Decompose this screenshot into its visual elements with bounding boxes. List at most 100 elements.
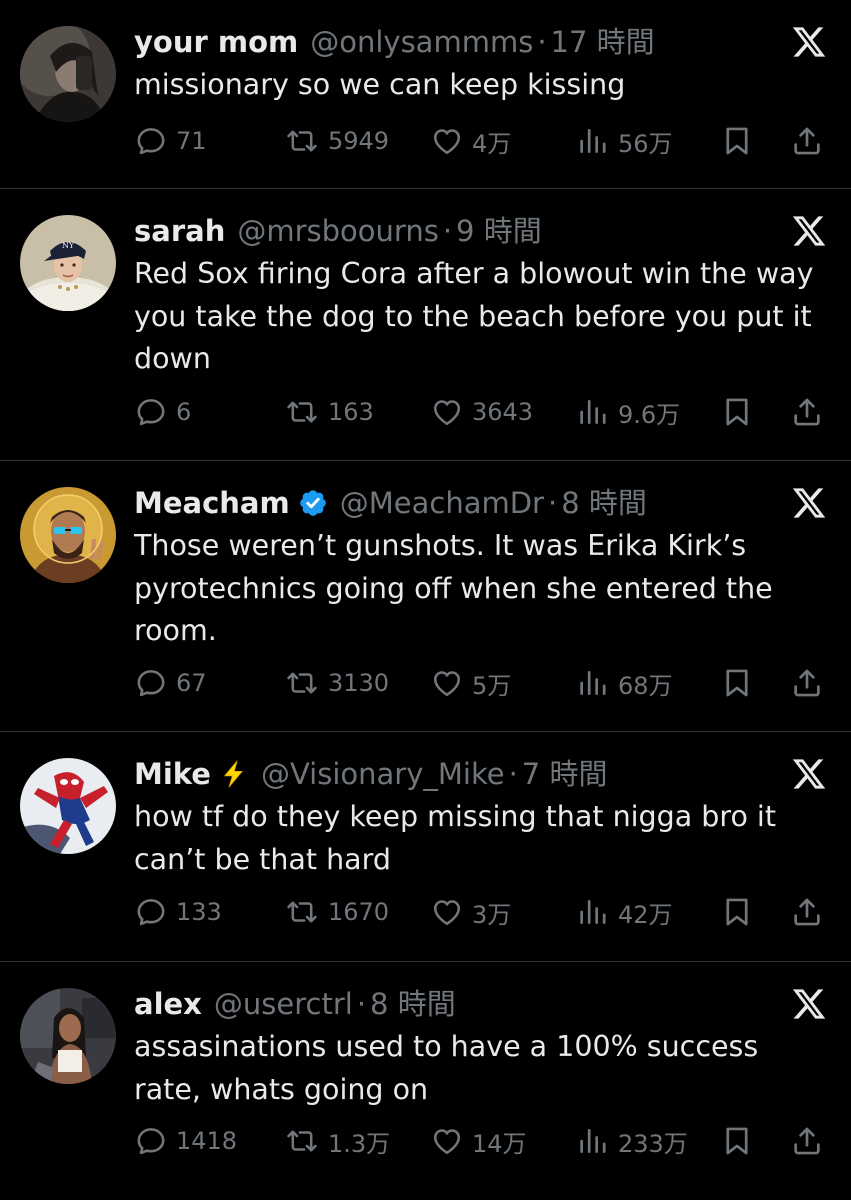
retweet-count: 163 (328, 398, 374, 426)
user-handle[interactable]: @Visionary_Mike (261, 754, 505, 794)
reply-button[interactable]: 67 (134, 663, 207, 703)
bookmark-button[interactable] (720, 121, 754, 161)
bookmark-button[interactable] (720, 392, 754, 432)
like-count: 3万 (472, 900, 512, 929)
bookmark-button[interactable] (720, 663, 754, 703)
avatar[interactable] (20, 487, 116, 583)
reply-button[interactable]: 71 (134, 121, 207, 161)
svg-text:NY: NY (62, 241, 75, 250)
tweet[interactable]: your mom @onlysammms · 17 時間 missionary … (0, 0, 851, 189)
tweet-actions: 133 1670 3万 42万 (134, 892, 834, 932)
timestamp[interactable]: 9 時間 (456, 211, 542, 251)
reply-count: 67 (176, 669, 207, 697)
display-name[interactable]: alex (134, 984, 202, 1024)
user-handle[interactable]: @MeachamDr (340, 483, 544, 523)
avatar[interactable] (20, 758, 116, 854)
retweet-button[interactable]: 3130 (284, 663, 389, 703)
retweet-button[interactable]: 163 (284, 392, 374, 432)
share-icon (794, 398, 820, 426)
timestamp[interactable]: 17 時間 (551, 22, 655, 62)
reply-button[interactable]: 133 (134, 892, 222, 932)
share-button[interactable] (790, 892, 824, 932)
tweet-actions: 6 163 3643 9.6万 (134, 392, 834, 432)
views-icon (580, 400, 606, 424)
avatar-portrait-image (20, 26, 116, 122)
reply-button[interactable]: 1418 (134, 1121, 237, 1161)
like-button[interactable]: 5万 (430, 663, 511, 703)
bookmark-button[interactable] (720, 1121, 754, 1161)
bookmark-icon (726, 1127, 748, 1155)
user-handle[interactable]: @mrsboourns (237, 211, 438, 251)
retweet-button[interactable]: 5949 (284, 121, 389, 161)
views-count: 56万 (618, 129, 673, 158)
retweet-icon (287, 672, 317, 694)
views-icon (580, 671, 606, 695)
tweet[interactable]: alex @userctrl · 8 時間 assasinations used… (0, 962, 851, 1200)
tweet-actions: 1418 1.3万 14万 233万 (134, 1121, 834, 1161)
views-button[interactable]: 9.6万 (576, 392, 680, 432)
display-name[interactable]: Mike (134, 754, 211, 794)
tweet[interactable]: Meacham @MeachamDr · 8 時間 Those weren’t … (0, 461, 851, 732)
like-button[interactable]: 4万 (430, 121, 511, 161)
reply-button[interactable]: 6 (134, 392, 191, 432)
bookmark-icon (726, 127, 748, 155)
avatar[interactable] (20, 26, 116, 122)
share-icon (794, 127, 820, 155)
share-icon (794, 669, 820, 697)
separator-dot: · (356, 987, 367, 1021)
name-emoji (219, 758, 249, 790)
share-button[interactable] (790, 121, 824, 161)
retweet-icon (287, 401, 317, 423)
reply-icon (137, 399, 165, 426)
reply-count: 1418 (176, 1127, 238, 1155)
reply-count: 6 (176, 398, 192, 426)
views-button[interactable]: 42万 (576, 892, 673, 932)
views-button[interactable]: 233万 (576, 1121, 688, 1161)
timestamp[interactable]: 8 時間 (370, 984, 456, 1024)
like-count: 4万 (472, 129, 512, 158)
retweet-count: 3130 (328, 669, 390, 697)
share-button[interactable] (790, 392, 824, 432)
share-button[interactable] (790, 1121, 824, 1161)
tweet[interactable]: Mike @Visionary_Mike · 7 時間 how tf do th… (0, 732, 851, 962)
reply-count: 133 (176, 898, 222, 926)
tweet-text: Red Sox firing Cora after a blowout win … (134, 257, 814, 375)
display-name[interactable]: Meacham (134, 483, 290, 523)
avatar[interactable]: NY (20, 215, 116, 311)
user-handle[interactable]: @onlysammms (310, 22, 533, 62)
display-name[interactable]: sarah (134, 211, 225, 251)
tweet-text: Those weren’t gunshots. It was Erika Kir… (134, 529, 773, 647)
avatar[interactable] (20, 988, 116, 1084)
bookmark-icon (726, 398, 748, 426)
retweet-count: 5949 (328, 127, 390, 155)
heart-icon (433, 400, 461, 426)
display-name[interactable]: your mom (134, 22, 298, 62)
retweet-button[interactable]: 1.3万 (284, 1121, 390, 1161)
like-button[interactable]: 3万 (430, 892, 511, 932)
share-icon (794, 898, 820, 926)
tweet[interactable]: NY sarah @mrsboourns · 9 時間 Red Sox firi… (0, 189, 851, 461)
tweet-header: your mom @onlysammms · 17 時間 (134, 22, 655, 62)
avatar-painting-image: NY (20, 215, 116, 311)
like-button[interactable]: 3643 (430, 392, 533, 432)
heart-icon (433, 129, 461, 155)
reply-icon (137, 128, 165, 155)
reply-icon (137, 1128, 165, 1155)
timeline-feed: your mom @onlysammms · 17 時間 missionary … (0, 0, 851, 1200)
avatar-icon-painting-image (20, 487, 116, 583)
views-button[interactable]: 68万 (576, 663, 673, 703)
tweet-header: Meacham @MeachamDr · 8 時間 (134, 483, 647, 523)
separator-dot: · (547, 486, 558, 520)
heart-icon (433, 1129, 461, 1155)
retweet-button[interactable]: 1670 (284, 892, 389, 932)
retweet-icon (287, 130, 317, 152)
bookmark-button[interactable] (720, 892, 754, 932)
timestamp[interactable]: 7 時間 (522, 754, 608, 794)
like-button[interactable]: 14万 (430, 1121, 527, 1161)
user-handle[interactable]: @userctrl (214, 984, 353, 1024)
share-button[interactable] (790, 663, 824, 703)
timestamp[interactable]: 8 時間 (561, 483, 647, 523)
views-button[interactable]: 56万 (576, 121, 673, 161)
retweet-count: 1.3万 (328, 1129, 391, 1158)
views-count: 68万 (618, 671, 673, 700)
